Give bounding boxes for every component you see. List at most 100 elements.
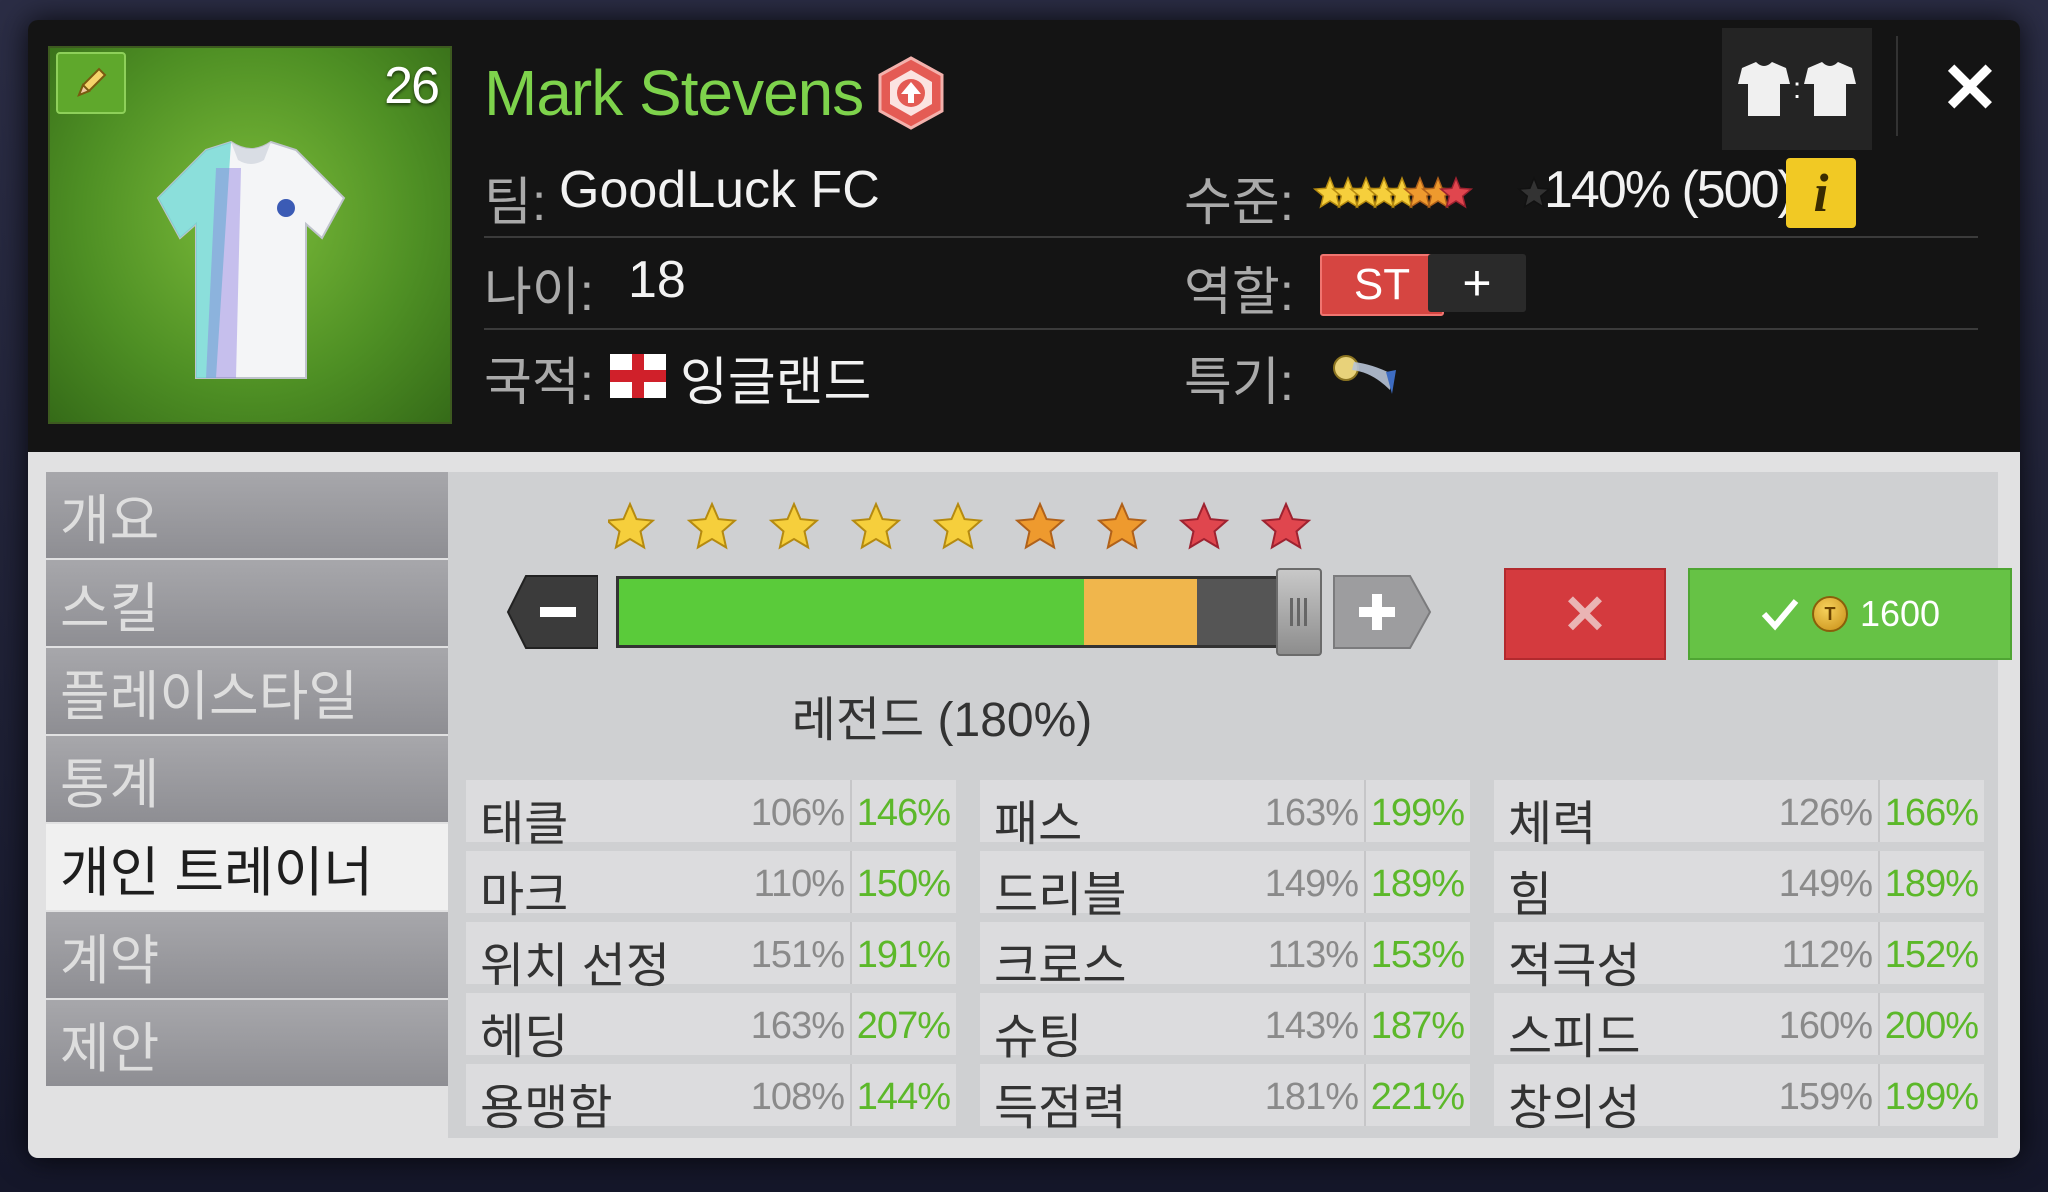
kit-compare-button[interactable]: : [1722, 28, 1872, 150]
stat-name: 슈팅 [994, 1011, 1083, 1064]
star-icon [1260, 501, 1312, 550]
divider [484, 236, 1978, 238]
sidebar: 개요 스킬 플레이스타일 통계 개인 트레이너 계약 제안 [46, 472, 448, 1088]
rank-up-badge-icon[interactable] [876, 56, 946, 135]
stat-current-value: 149% [1264, 863, 1359, 905]
england-flag-icon [610, 354, 666, 398]
stat-new-value: 221% [1370, 1076, 1465, 1118]
tab-overview[interactable]: 개요 [46, 472, 448, 558]
tab-skills[interactable]: 스킬 [46, 560, 448, 646]
player-dialog: 26 Mark Stevens 팀: GoodLuck FC 수준: 140% … [28, 20, 2020, 1158]
training-cost: 1600 [1859, 593, 1941, 634]
training-progress-current [619, 579, 1084, 645]
stat-name: 패스 [994, 798, 1083, 851]
stat-divider [1878, 922, 1880, 984]
jersey-number: 26 [384, 57, 440, 115]
training-star-row [608, 501, 1312, 550]
plus-button[interactable] [1332, 572, 1432, 652]
dialog-body: 개요 스킬 플레이스타일 통계 개인 트레이너 계약 제안 ✕ T 1600 레… [28, 452, 2020, 1158]
stat-divider [1364, 851, 1366, 913]
stat-new-value: 187% [1370, 1005, 1465, 1047]
stat-current-value: 143% [1264, 1005, 1359, 1047]
stat-row: 크로스 113% 153% [980, 922, 1470, 993]
stat-divider [1878, 780, 1880, 842]
tab-stats[interactable]: 통계 [46, 736, 448, 822]
stat-current-value: 163% [1264, 792, 1359, 834]
tab-contract[interactable]: 계약 [46, 912, 448, 998]
confirm-training-button[interactable]: T 1600 [1688, 568, 2012, 660]
add-role-button[interactable]: + [1428, 254, 1526, 312]
stat-new-value: 191% [856, 934, 951, 976]
stat-name: 마크 [480, 869, 569, 922]
tab-offers[interactable]: 제안 [46, 1000, 448, 1086]
cancel-training-button[interactable]: ✕ [1504, 568, 1666, 660]
close-icon: ✕ [1940, 49, 2000, 127]
player-header: 26 Mark Stevens 팀: GoodLuck FC 수준: 140% … [28, 20, 2020, 452]
minus-button[interactable] [506, 572, 598, 652]
star-icon [1096, 501, 1148, 550]
tab-playstyle[interactable]: 플레이스타일 [46, 648, 448, 734]
stat-row: 드리블 149% 189% [980, 851, 1470, 922]
stat-name: 태클 [480, 798, 569, 851]
stat-current-value: 113% [1267, 934, 1359, 976]
training-progress-track [616, 576, 1286, 648]
stat-row: 패스 163% 199% [980, 780, 1470, 851]
stat-new-value: 189% [1370, 863, 1465, 905]
nationality-value: 잉글랜드 [680, 354, 872, 412]
close-button[interactable]: ✕ [1932, 49, 2008, 127]
kit-compare-icon: : [1738, 62, 1856, 116]
specialty-label: 특기: [1184, 354, 1295, 412]
stat-current-value: 110% [753, 863, 845, 905]
stat-row: 힘 149% 189% [1494, 851, 1984, 922]
specialty-icon[interactable] [1328, 350, 1400, 400]
stat-divider [1878, 993, 1880, 1055]
stat-row: 적극성 112% 152% [1494, 922, 1984, 993]
stat-divider [850, 993, 852, 1055]
age-value: 18 [628, 251, 686, 309]
stat-divider [850, 1064, 852, 1126]
tab-personal-trainer[interactable]: 개인 트레이너 [46, 824, 448, 910]
role-badge[interactable]: ST [1320, 254, 1444, 316]
star-icon [932, 501, 984, 550]
edit-button[interactable] [56, 52, 126, 114]
stat-name: 스피드 [1508, 1011, 1641, 1064]
age-label: 나이: [484, 264, 595, 322]
slider-handle[interactable] [1276, 568, 1322, 656]
stat-divider [1364, 1064, 1366, 1126]
stat-divider [850, 922, 852, 984]
stat-row: 슈팅 143% 187% [980, 993, 1470, 1064]
level-stars [1312, 168, 1552, 223]
role-label: 역할: [1184, 264, 1295, 322]
stat-name: 창의성 [1508, 1082, 1641, 1135]
divider [484, 328, 1978, 330]
star-icon [686, 501, 738, 550]
level-value: 140% (500) [1544, 161, 1795, 219]
header-separator [1896, 36, 1898, 136]
jersey-icon [156, 140, 346, 379]
stat-name: 위치 선정 [480, 940, 670, 993]
stat-divider [1364, 780, 1366, 842]
stat-current-value: 106% [750, 792, 845, 834]
stat-divider [1878, 1064, 1880, 1126]
level-label: 수준: [1184, 174, 1295, 232]
stat-name: 크로스 [994, 940, 1127, 993]
info-button[interactable]: i [1786, 158, 1856, 228]
stat-new-value: 200% [1884, 1005, 1979, 1047]
stat-row: 창의성 159% 199% [1494, 1064, 1984, 1135]
stat-name: 드리블 [994, 869, 1127, 922]
team-name[interactable]: GoodLuck FC [559, 160, 880, 220]
stat-name: 용맹함 [480, 1082, 613, 1135]
star-icon [1178, 501, 1230, 550]
stat-divider [1878, 851, 1880, 913]
star-icon [1014, 501, 1066, 550]
stat-row: 위치 선정 151% 191% [466, 922, 956, 993]
target-level-label: 레전드 (180%) [791, 694, 1093, 747]
training-panel: ✕ T 1600 레전드 (180%) 태클 106% 146% 마크 110% 150%… [448, 472, 2012, 1138]
stat-row: 헤딩 163% 207% [466, 993, 956, 1064]
kit-separator: : [1793, 72, 1801, 105]
stat-current-value: 112% [1781, 934, 1873, 976]
stat-current-value: 149% [1778, 863, 1873, 905]
stat-divider [850, 851, 852, 913]
player-name: Mark Stevens [484, 57, 864, 129]
stat-current-value: 151% [750, 934, 845, 976]
